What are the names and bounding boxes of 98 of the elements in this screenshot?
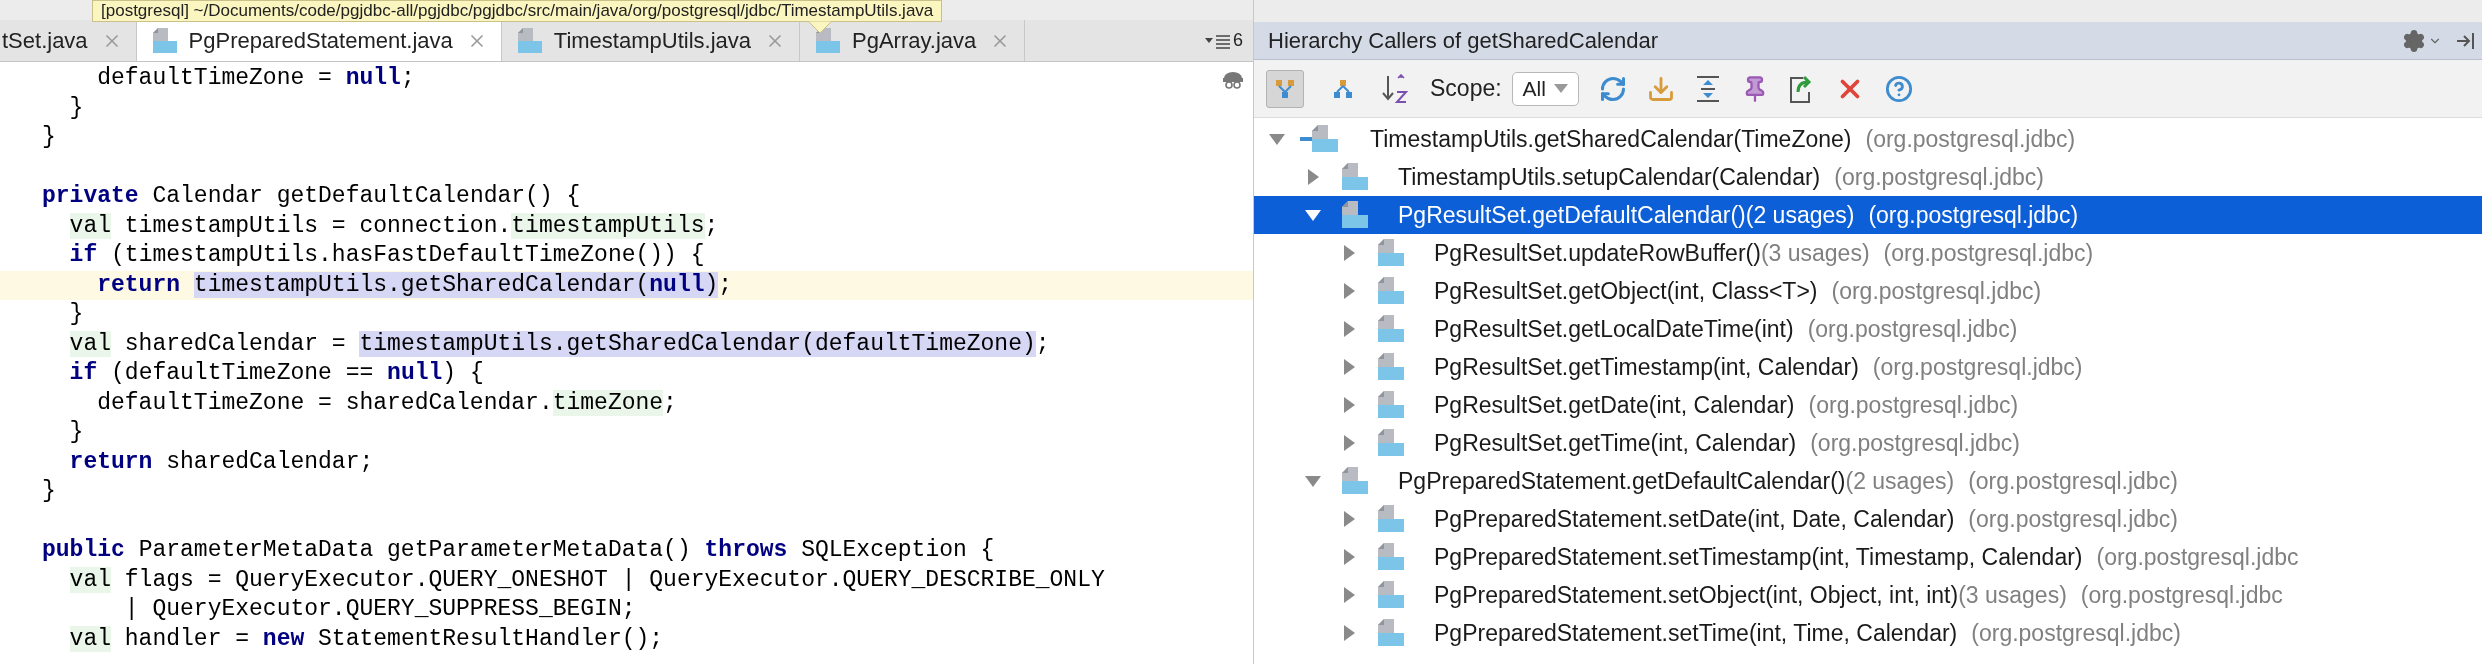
tree-row[interactable]: PgResultSet.getTime(int, Calendar) (org.postgresql.jdbc): [1254, 424, 2482, 462]
code-line: val handler = new StatementResultHandler();: [42, 624, 664, 654]
package-label: (org.postgresql.jdbc): [1968, 466, 2178, 496]
download-icon[interactable]: [1646, 74, 1675, 103]
settings-button[interactable]: [2402, 28, 2442, 53]
tree-row[interactable]: PgPreparedStatement.setTime(int, Time, Calendar) (org.postgresql.jdbc): [1254, 614, 2482, 652]
package-label: (org.postgresql.jdbc): [1807, 314, 2018, 344]
java-class-icon: [1376, 504, 1406, 534]
tab-list-icon[interactable]: [1205, 32, 1231, 49]
tree-row[interactable]: TimestampUtils.setupCalendar(Calendar) (org.postgresql.jdbc): [1254, 158, 2482, 196]
package-label: (org.postgresql.jdbc): [1968, 504, 2178, 534]
java-class-icon: [1376, 352, 1406, 382]
help-icon[interactable]: [1884, 74, 1913, 103]
java-class-icon: [1376, 238, 1406, 268]
java-class-icon: [1376, 276, 1406, 306]
callers-tree-icon: [1274, 77, 1296, 100]
method-label: PgPreparedStatement.setDate(int, Date, Calendar): [1434, 504, 1955, 534]
tab-label: TimestampUtils.java: [553, 27, 751, 55]
package-label: (org.postgresql.jdbc): [1831, 276, 2042, 306]
java-class-icon: [1376, 428, 1406, 458]
method-label: PgResultSet.getDefaultCalendar()(2 usages): [1398, 200, 1855, 230]
package-label: (org.postgresql.jdbc): [1834, 162, 2044, 192]
code-line: defaultTimeZone = null;: [96, 64, 415, 93]
java-class-icon: [1376, 542, 1406, 572]
sort-alphabetically-icon[interactable]: [1382, 73, 1410, 104]
java-class-icon: [1376, 390, 1406, 420]
tree-row[interactable]: PgResultSet.getTimestamp(int, Calendar) (org.postgresql.jdbc): [1254, 348, 2482, 386]
code-line: | QueryExecutor.QUERY_SUPPRESS_BEGIN;: [123, 595, 636, 624]
java-file-icon: [150, 26, 179, 55]
package-label: (org.postgresql.jdbc: [2080, 580, 2283, 610]
code-line: val timestampUtils = connection.timestampUtils;: [42, 211, 719, 241]
method-label: PgPreparedStatement.getDefaultCalendar()(2 usages): [1398, 466, 1955, 496]
view-mode-button[interactable]: [1266, 69, 1304, 108]
editor-tab[interactable]: tSet.java: [0, 20, 137, 61]
code-line: return sharedCalendar;: [68, 447, 374, 477]
tree-row[interactable]: PgResultSet.getDate(int, Calendar) (org.postgresql.jdbc): [1254, 386, 2482, 424]
refresh-icon[interactable]: [1598, 74, 1627, 103]
package-label: (org.postgresql.jdbc): [1865, 124, 2076, 154]
package-label: (org.postgresql.jdbc): [1971, 618, 2181, 648]
panel-title: Hierarchy Callers of getSharedCalendar: [1268, 27, 1659, 55]
code-line: if (timestampUtils.hasFastDefaultTimeZone()) {: [68, 241, 705, 270]
java-class-icon: [1300, 124, 1340, 154]
java-class-icon: [1340, 200, 1370, 230]
tooltip-pointer-icon: [808, 21, 832, 34]
tree-row[interactable]: PgPreparedStatement.setObject(int, Object, int, int)(3 usages) (org.postgresql.jdbc: [1254, 576, 2482, 614]
java-class-icon: [1376, 580, 1406, 610]
tree-row[interactable]: PgResultSet.updateRowBuffer()(3 usages) (org.postgresql.jdbc): [1254, 234, 2482, 272]
code-line: }: [42, 477, 56, 506]
method-label: PgResultSet.getTimestamp(int, Calendar): [1434, 352, 1859, 382]
package-label: (org.postgresql.jdbc): [1810, 428, 2020, 458]
method-label: PgResultSet.getTime(int, Calendar): [1434, 428, 1797, 458]
method-label: TimestampUtils.getSharedCalendar(TimeZone): [1370, 124, 1852, 154]
code-line: if (defaultTimeZone == null) {: [68, 359, 484, 388]
tree-row[interactable]: TimestampUtils.getSharedCalendar(TimeZone) (org.postgresql.jdbc): [1254, 120, 2482, 158]
code-line: }: [42, 123, 56, 152]
code-line: }: [68, 93, 84, 123]
code-line: }: [68, 418, 84, 447]
tree-row[interactable]: PgPreparedStatement.setDate(int, Date, Calendar) (org.postgresql.jdbc): [1254, 500, 2482, 538]
editor-tab[interactable]: PgPreparedStatement.java: [136, 20, 502, 61]
method-label: TimestampUtils.setupCalendar(Calendar): [1398, 162, 1821, 192]
tree-row[interactable]: PgPreparedStatement.setTimestamp(int, Timestamp, Calendar) (org.postgresql.jdbc: [1254, 538, 2482, 576]
code-line: }: [68, 300, 84, 329]
code-line: public ParameterMetaData getParameterMetaData() throws SQLException {: [42, 536, 995, 565]
java-class-icon: [1376, 314, 1406, 344]
java-class-icon: [1340, 162, 1370, 192]
code-line: defaultTimeZone = sharedCalendar.timeZone;: [96, 388, 677, 418]
package-label: (org.postgresql.jdbc): [1808, 390, 2019, 420]
tab-count: 6: [1233, 29, 1243, 52]
tab-label: PgPreparedStatement.java: [188, 27, 453, 55]
package-label: (org.postgresql.jdbc: [2096, 542, 2299, 572]
package-label: (org.postgresql.jdbc): [1868, 200, 2079, 230]
tab-label: PgArray.java: [852, 27, 977, 55]
method-label: PgPreparedStatement.setObject(int, Object, int, int)(3 usages): [1434, 580, 2067, 610]
tree-row[interactable]: PgResultSet.getObject(int, Class<T>) (org.postgresql.jdbc): [1254, 272, 2482, 310]
tab-label: tSet.java: [2, 27, 88, 55]
method-label: PgResultSet.getLocalDateTime(int): [1434, 314, 1794, 344]
java-class-icon: [1340, 466, 1370, 496]
expand-all-icon[interactable]: [1694, 74, 1721, 103]
tree-row[interactable]: PgPreparedStatement.getDefaultCalendar()(2 usages) (org.postgresql.jdbc): [1254, 462, 2482, 500]
method-label: PgResultSet.getDate(int, Calendar): [1434, 390, 1795, 420]
java-class-icon: [1376, 618, 1406, 648]
method-label: PgPreparedStatement.setTime(int, Time, Calendar): [1434, 618, 1958, 648]
settings-icon: [2402, 28, 2426, 53]
scope-dropdown[interactable]: All: [1511, 71, 1579, 106]
java-file-icon: [814, 26, 842, 55]
method-label: PgPreparedStatement.setTimestamp(int, Timestamp, Calendar): [1434, 542, 2083, 572]
callees-tree-icon: [1332, 77, 1354, 100]
caret-icon: [1553, 84, 1568, 93]
code-line: val flags = QueryExecutor.QUERY_ONESHOT | QueryExecutor.QUERY_DESCRIBE_ONLY: [42, 565, 1105, 595]
package-label: (org.postgresql.jdbc): [1883, 238, 2094, 268]
method-label: PgResultSet.getObject(int, Class<T>): [1434, 276, 1818, 306]
tree-row[interactable]: PgResultSet.getDefaultCalendar()(2 usages) (org.postgresql.jdbc): [1254, 196, 2482, 234]
code-line: private Calendar getDefaultCalendar() {: [42, 182, 581, 211]
tree-row[interactable]: PgResultSet.getLocalDateTime(int) (org.postgresql.jdbc): [1254, 310, 2482, 348]
java-file-icon: [515, 26, 544, 55]
package-label: (org.postgresql.jdbc): [1872, 352, 2083, 382]
scope-label: Scope:: [1430, 74, 1502, 104]
method-label: PgResultSet.updateRowBuffer()(3 usages): [1434, 238, 1870, 268]
